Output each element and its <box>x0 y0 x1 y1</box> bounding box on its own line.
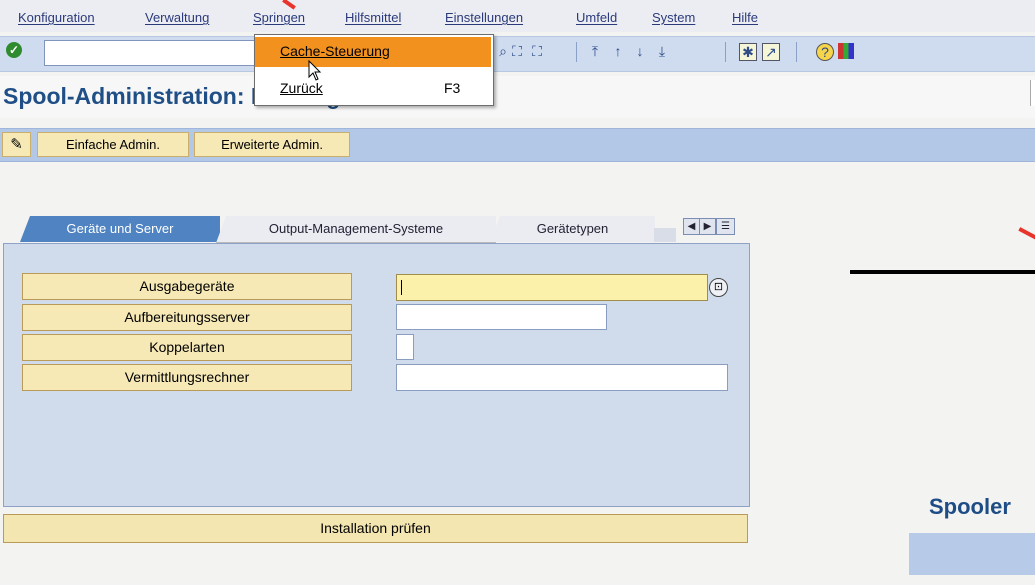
vermittlungsrechner-field[interactable] <box>396 364 728 391</box>
command-field[interactable] <box>44 40 256 66</box>
extended-admin-button[interactable]: Erweiterte Admin. <box>194 132 350 157</box>
tab-scroll-right-icon[interactable]: ▶ <box>699 218 716 235</box>
tab-overflow-stub <box>654 228 676 242</box>
last-page-icon[interactable]: ⤓ <box>654 43 670 59</box>
create-session-icon[interactable]: ✱ <box>739 43 757 61</box>
find-icon[interactable]: ⛶ <box>509 43 525 59</box>
mouse-cursor-icon <box>308 60 322 81</box>
menu-konfiguration[interactable]: Konfiguration <box>18 10 95 25</box>
menu-verwaltung[interactable]: Verwaltung <box>145 10 209 25</box>
tab-geraete-und-server[interactable]: Geräte und Server <box>20 216 220 242</box>
tab-output-management-systeme[interactable]: Output-Management-Systeme <box>216 216 496 243</box>
first-page-icon[interactable]: ⤒ <box>587 43 603 59</box>
menu-item-zurueck[interactable]: Zurück <box>280 80 323 96</box>
toolbar-separator <box>576 42 577 62</box>
title-bar-edge <box>1030 80 1035 106</box>
enter-check-icon[interactable]: ✓ <box>6 42 22 58</box>
help-icon[interactable]: ? <box>816 43 834 61</box>
layout-menu-icon[interactable] <box>838 43 854 59</box>
spooler-window-title: Spooler <box>929 494 1011 519</box>
menu-einstellungen[interactable]: Einstellungen <box>445 10 523 25</box>
red-annotation-mark <box>1018 227 1035 241</box>
black-annotation-line <box>850 270 1035 274</box>
menu-hilfsmittel[interactable]: Hilfsmittel <box>345 10 401 25</box>
shortcut-icon[interactable]: ↗ <box>762 43 780 61</box>
spooler-window-toolbar <box>909 533 1035 575</box>
koppelarten-button[interactable]: Koppelarten <box>22 334 352 361</box>
aufbereitungsserver-button[interactable]: Aufbereitungsserver <box>22 304 352 331</box>
menu-item-cache-steuerung[interactable]: Cache-Steuerung <box>280 43 390 59</box>
value-help-icon[interactable]: ⊡ <box>709 278 728 297</box>
tab-scroll-left-icon[interactable]: ◀ <box>683 218 700 235</box>
tab-geraetetypen[interactable]: Gerätetypen <box>490 216 655 242</box>
menu-umfeld[interactable]: Umfeld <box>576 10 617 25</box>
menu-item-zurueck-shortcut: F3 <box>444 80 461 96</box>
previous-page-icon[interactable]: ↑ <box>610 43 626 59</box>
toolbar-separator <box>725 42 726 62</box>
installation-pruefen-button[interactable]: Installation prüfen <box>3 514 748 543</box>
ausgabegeraete-field[interactable] <box>396 274 708 301</box>
ausgabegeraete-button[interactable]: Ausgabegeräte <box>22 273 352 300</box>
simple-admin-button[interactable]: Einfache Admin. <box>37 132 189 157</box>
next-page-icon[interactable]: ↓ <box>632 43 648 59</box>
menu-hilfe[interactable]: Hilfe <box>732 10 758 25</box>
menu-system[interactable]: System <box>652 10 695 25</box>
find-next-icon[interactable]: ⛶ <box>529 43 545 59</box>
toolbar-separator <box>796 42 797 62</box>
edit-pencil-icon[interactable]: ✎ <box>2 132 31 157</box>
menu-springen[interactable]: Springen <box>253 10 305 25</box>
text-cursor <box>401 280 402 295</box>
aufbereitungsserver-field[interactable] <box>396 304 607 330</box>
vermittlungsrechner-button[interactable]: Vermittlungsrechner <box>22 364 352 391</box>
tab-list-icon[interactable]: ☰ <box>716 218 735 235</box>
koppelarten-field[interactable] <box>396 334 414 360</box>
